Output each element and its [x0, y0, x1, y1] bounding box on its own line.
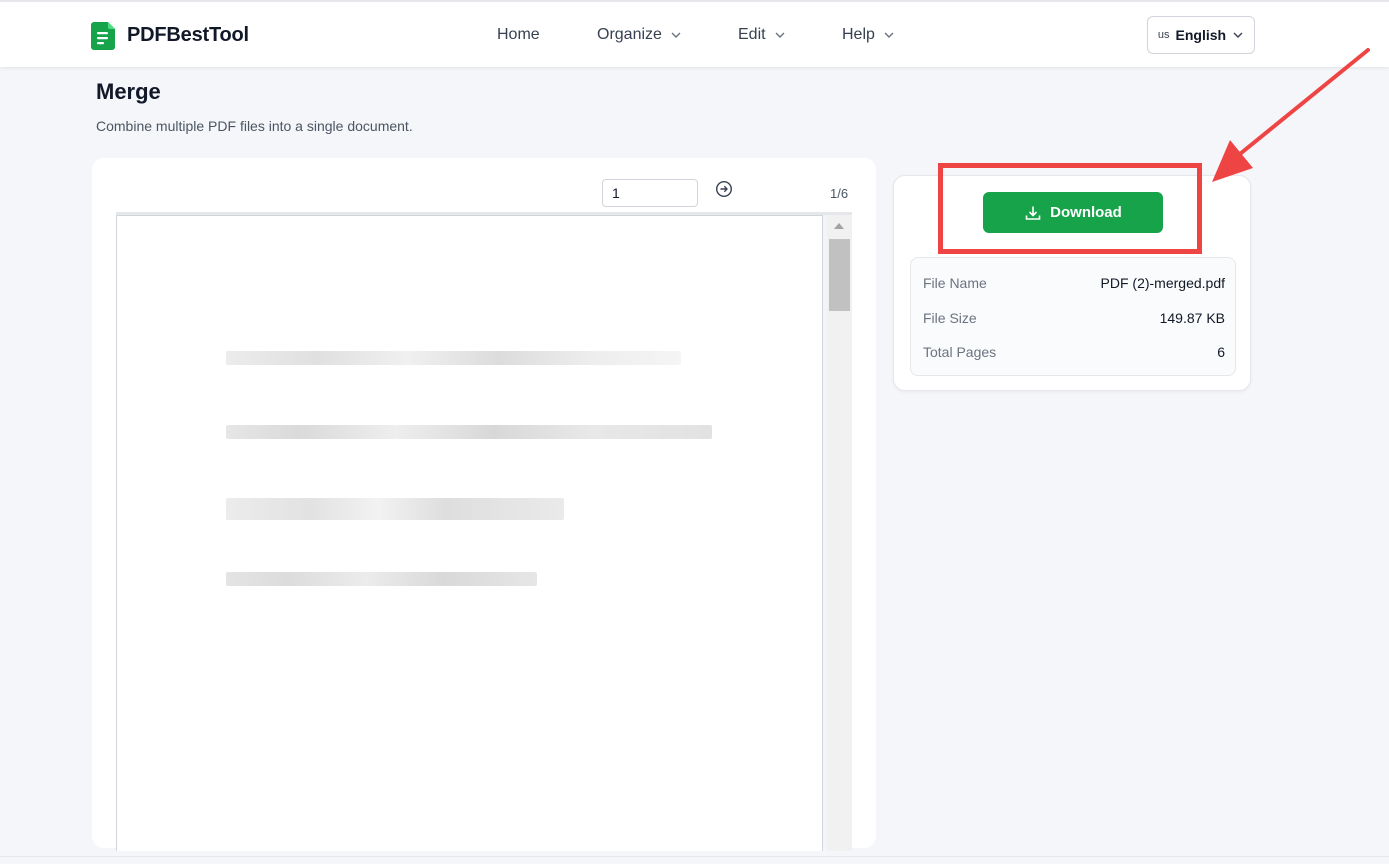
file-size-key: File Size: [923, 310, 977, 326]
nav-help-label: Help: [842, 26, 875, 43]
scroll-thumb[interactable]: [829, 239, 850, 311]
chevron-down-icon: [671, 32, 681, 38]
flag-code: us: [1157, 29, 1170, 41]
total-pages-value: 6: [1217, 344, 1225, 360]
blurred-text-line: [226, 498, 564, 520]
chevron-down-icon: [884, 32, 894, 38]
scrollbar[interactable]: [827, 215, 852, 851]
download-icon: [1025, 206, 1041, 220]
arrow-right-circle-icon[interactable]: [715, 180, 733, 198]
nav-edit-label: Edit: [738, 26, 766, 43]
download-button[interactable]: Download: [983, 192, 1163, 233]
nav-edit[interactable]: Edit: [738, 26, 786, 44]
page-subtitle: Combine multiple PDF files into a single…: [96, 118, 413, 134]
scroll-up-arrow[interactable]: [834, 223, 844, 229]
file-size-row: File Size 149.87 KB: [923, 310, 1225, 326]
nav-organize-label: Organize: [597, 26, 662, 43]
page-count: 1/6: [830, 186, 849, 201]
file-size-value: 149.87 KB: [1159, 310, 1225, 326]
nav-organize[interactable]: Organize: [597, 26, 682, 44]
file-name-value: PDF (2)-merged.pdf: [1100, 275, 1225, 291]
blurred-text-line: [226, 351, 681, 365]
blurred-text-line: [226, 572, 537, 586]
page-number-input[interactable]: [602, 179, 698, 207]
file-info-box: File Name PDF (2)-merged.pdf File Size 1…: [910, 257, 1236, 376]
footer-divider: [0, 856, 1389, 857]
page-title: Merge: [96, 79, 161, 104]
file-name-key: File Name: [923, 275, 987, 291]
nav-home[interactable]: Home: [497, 26, 540, 44]
nav-help[interactable]: Help: [842, 26, 895, 44]
pdf-page-preview: [116, 215, 823, 851]
download-label: Download: [1050, 204, 1122, 221]
chevron-down-icon: [1233, 32, 1243, 38]
pdf-viewer: 1/6: [92, 158, 876, 851]
blurred-text-line: [226, 425, 712, 439]
document-frame: [116, 212, 852, 851]
total-pages-row: Total Pages 6: [923, 344, 1225, 360]
nav-home-label: Home: [497, 26, 540, 43]
result-card: Download File Name PDF (2)-merged.pdf Fi…: [893, 175, 1251, 391]
language-label: English: [1175, 27, 1227, 43]
chevron-down-icon: [775, 32, 785, 38]
file-name-row: File Name PDF (2)-merged.pdf: [923, 275, 1225, 291]
total-pages-key: Total Pages: [923, 344, 997, 360]
language-selector[interactable]: us English: [1147, 16, 1255, 54]
top-navbar: PDFBestTool Home Organize Edit Help us E…: [0, 0, 1389, 67]
